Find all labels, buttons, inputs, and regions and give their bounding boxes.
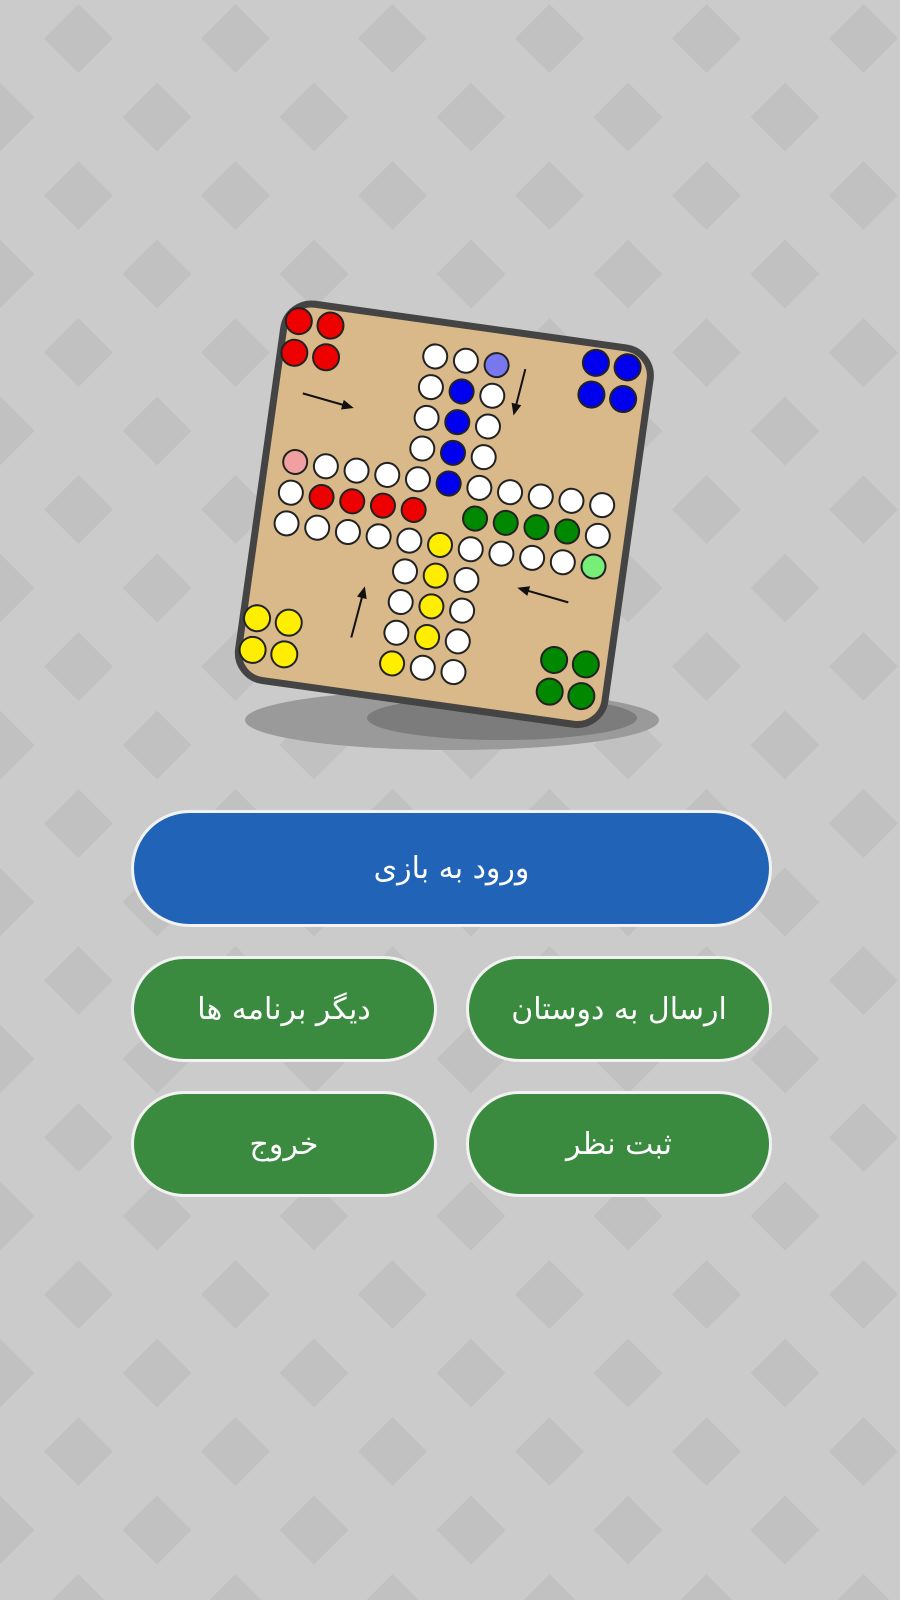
- ludo-board: [230, 300, 670, 760]
- other-apps-label: دیگر برنامه ها: [197, 991, 371, 1027]
- exit-button[interactable]: خروج: [131, 1091, 437, 1197]
- diamond-pattern-background: [0, 0, 900, 1600]
- enter-game-button[interactable]: ورود به بازی: [131, 810, 772, 927]
- rate-label: ثبت نظر: [566, 1126, 672, 1162]
- share-with-friends-button[interactable]: ارسال به دوستان: [466, 956, 772, 1062]
- rate-button[interactable]: ثبت نظر: [466, 1091, 772, 1197]
- exit-label: خروج: [249, 1126, 319, 1162]
- share-label: ارسال به دوستان: [511, 991, 727, 1027]
- other-apps-button[interactable]: دیگر برنامه ها: [131, 956, 437, 1062]
- enter-game-label: ورود به بازی: [373, 851, 530, 886]
